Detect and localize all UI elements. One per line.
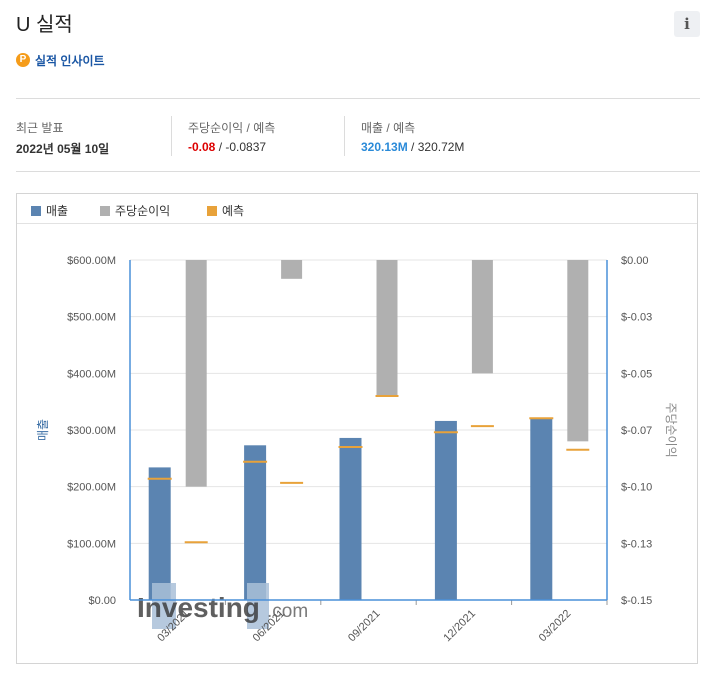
stat-latest-label: 최근 발표	[16, 121, 64, 135]
x-tick-label: 03/2022	[537, 608, 574, 645]
insight-icon: P	[16, 53, 30, 67]
page-title: U 실적	[16, 14, 73, 36]
y-axis-title-right: 주당순이익	[664, 402, 678, 457]
y-tick-left: $200.00M	[67, 482, 116, 494]
y-tick-left: $100.00M	[67, 538, 116, 550]
stat-revenue-value: 320.13M / 320.72M	[361, 140, 464, 154]
stat-eps-label: 주당순이익 / 예측	[188, 121, 276, 135]
y-tick-left: $600.00M	[67, 255, 116, 267]
eps-forecast: -0.0837	[225, 140, 267, 154]
stat-revenue-label: 매출 / 예측	[361, 121, 416, 135]
revenue-bar	[339, 437, 362, 600]
eps-bar	[185, 260, 207, 487]
stat-eps-value: -0.08 / -0.0837	[188, 140, 275, 154]
stat-revenue: 매출 / 예측 320.13M / 320.72M	[361, 119, 464, 154]
y-tick-right: $-0.03	[621, 312, 652, 324]
legend-eps-label: 주당순이익	[115, 204, 171, 218]
legend-revenue[interactable]: 매출	[31, 202, 68, 219]
stat-latest-value: 2022년 05월 10일	[16, 142, 110, 156]
y-tick-right: $-0.15	[621, 595, 652, 607]
eps-bar	[281, 260, 303, 279]
chart-plot: Investing .com $600.00M$500.00M$400.00M$…	[36, 255, 678, 645]
watermark-brand: Investing	[137, 592, 260, 623]
earnings-chart: 매출 주당순이익 예측 Investing .com $600.00M $500.…	[16, 193, 698, 664]
earnings-insight-link[interactable]: P 실적 인사이트	[16, 50, 105, 70]
eps-actual: -0.08	[188, 140, 216, 154]
legend-revenue-swatch	[31, 205, 41, 216]
legend-forecast[interactable]: 예측	[207, 202, 244, 219]
eps-bar	[471, 260, 493, 374]
insight-label: 실적 인사이트	[35, 53, 105, 68]
eps-bar	[376, 260, 398, 396]
divider-top	[16, 98, 700, 99]
revenue-actual: 320.13M	[361, 140, 408, 154]
revenue-bar	[148, 467, 171, 600]
revenue-separator: /	[407, 140, 418, 154]
legend-forecast-label: 예측	[222, 204, 245, 218]
revenue-bar	[434, 420, 457, 600]
y-tick-right: $-0.10	[621, 482, 652, 494]
y-tick-left: $500.00M	[67, 312, 116, 324]
legend-revenue-label: 매출	[46, 204, 69, 218]
y-tick-right: $-0.05	[621, 368, 652, 380]
revenue-forecast: 320.72M	[417, 140, 465, 154]
revenue-bar	[530, 418, 553, 600]
x-tick-label: 12/2021	[441, 608, 478, 645]
eps-separator: /	[215, 140, 226, 154]
legend-eps[interactable]: 주당순이익	[100, 202, 170, 219]
y-tick-left: $0.00	[88, 595, 116, 607]
stat-eps: 주당순이익 / 예측 -0.08 / -0.0837	[188, 119, 275, 154]
y-tick-right: $0.00	[621, 255, 649, 267]
y-tick-left: $300.00M	[67, 425, 116, 437]
stat-latest: 최근 발표 2022년 05월 10일	[16, 119, 109, 157]
y-axis-title-left: 매출	[36, 419, 50, 441]
eps-bar	[567, 260, 589, 442]
stat-separator	[171, 116, 172, 156]
divider-bottom	[16, 171, 700, 172]
legend-eps-swatch	[100, 205, 110, 216]
y-tick-left: $400.00M	[67, 368, 116, 380]
y-tick-right: $-0.13	[621, 538, 652, 550]
x-tick-label: 09/2021	[346, 608, 383, 645]
info-button[interactable]: i	[674, 11, 700, 37]
y-tick-right: $-0.07	[621, 425, 652, 437]
stat-separator	[344, 116, 345, 156]
legend-forecast-swatch	[207, 205, 217, 216]
revenue-bar	[244, 445, 267, 600]
chart-legend: 매출 주당순이익 예측	[17, 194, 697, 224]
